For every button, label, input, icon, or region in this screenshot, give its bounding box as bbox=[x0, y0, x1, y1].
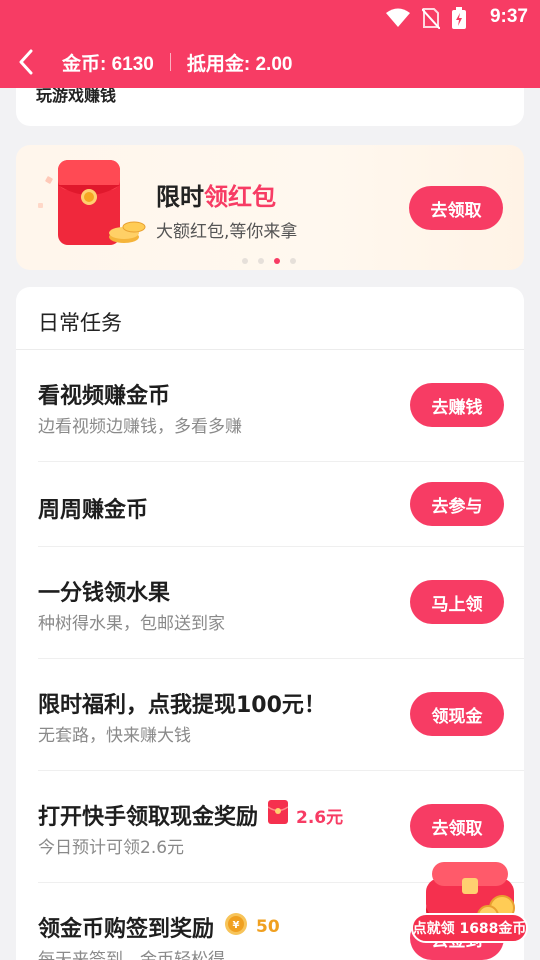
status-time: 9:37 bbox=[489, 6, 528, 27]
banner-title-prefix: 限时 bbox=[156, 183, 204, 211]
join-weekly-button[interactable]: 去参与 bbox=[410, 482, 504, 526]
red-envelope-icon bbox=[38, 160, 146, 245]
floating-reward-label[interactable]: 点就领 1688金币 bbox=[411, 913, 528, 943]
task-reward: 50 bbox=[256, 917, 280, 937]
status-bar: 9:37 bbox=[0, 0, 540, 36]
banner-claim-button[interactable]: 去领取 bbox=[409, 186, 503, 230]
task-title: 领金币购签到奖励 bbox=[38, 917, 215, 942]
task-reward: 2.6元 bbox=[296, 807, 344, 828]
task-row: 周周赚金币 去参与 bbox=[16, 462, 524, 547]
header-divider bbox=[169, 53, 171, 71]
task-desc: 边看视频边赚钱，多看多赚 bbox=[38, 417, 242, 437]
carousel-dot bbox=[290, 258, 296, 264]
task-row: 限时福利，点我提现100元！ 无套路，快来赚大钱 领现金 bbox=[16, 659, 524, 771]
task-title-row: 领金币购签到奖励 ¥ 50 bbox=[38, 911, 280, 943]
task-title: 限时福利，点我提现100元！ bbox=[38, 693, 326, 718]
task-title: 周周赚金币 bbox=[38, 498, 149, 523]
task-row: 一分钱领水果 种树得水果，包邮送到家 马上领 bbox=[16, 547, 524, 659]
task-title-row: 打开快手领取现金奖励 2.6元 bbox=[38, 799, 343, 831]
banner-subtitle: 大额红包,等你来拿 bbox=[156, 222, 298, 242]
chevron-left-icon bbox=[19, 49, 33, 75]
red-packet-banner[interactable]: 限时领红包 大额红包,等你来拿 去领取 bbox=[16, 145, 524, 270]
banner-title: 限时领红包 bbox=[156, 177, 276, 212]
claim-cash-button[interactable]: 领现金 bbox=[410, 692, 504, 736]
carousel-indicator bbox=[242, 258, 296, 264]
app-header: 9:37 金币: 6130 抵用金: 2.00 bbox=[0, 0, 540, 88]
section-title: 日常任务 bbox=[38, 311, 122, 335]
deduct-balance: 抵用金: 2.00 bbox=[186, 53, 293, 75]
red-envelope-icon bbox=[267, 800, 289, 830]
carousel-dot-active bbox=[274, 258, 280, 264]
status-icons bbox=[386, 7, 466, 29]
svg-text:¥: ¥ bbox=[233, 920, 240, 931]
task-title: 看视频赚金币 bbox=[38, 384, 171, 409]
task-row: 看视频赚金币 边看视频边赚钱，多看多赚 去赚钱 bbox=[16, 350, 524, 462]
gold-coin-icon: ¥ bbox=[224, 912, 248, 942]
no-sim-icon bbox=[422, 8, 440, 29]
wifi-icon bbox=[386, 8, 410, 27]
carousel-dot bbox=[242, 258, 248, 264]
banner-title-highlight: 领红包 bbox=[204, 183, 276, 211]
task-desc: 今日预计可领2.6元 bbox=[38, 838, 185, 858]
watch-video-button[interactable]: 去赚钱 bbox=[410, 383, 504, 427]
claim-kuaishou-button[interactable]: 去领取 bbox=[410, 804, 504, 848]
app-bar: 金币: 6130 抵用金: 2.00 bbox=[0, 36, 540, 88]
coins-balance: 金币: 6130 bbox=[62, 53, 154, 75]
back-button[interactable] bbox=[0, 36, 54, 88]
task-desc: 每天来签到，金币轻松得 bbox=[38, 950, 225, 960]
carousel-dot bbox=[258, 258, 264, 264]
task-desc: 种树得水果，包邮送到家 bbox=[38, 614, 225, 634]
task-title: 一分钱领水果 bbox=[38, 581, 171, 606]
claim-fruit-button[interactable]: 马上领 bbox=[410, 580, 504, 624]
task-desc: 无套路，快来赚大钱 bbox=[38, 726, 191, 746]
battery-charging-icon bbox=[452, 7, 466, 29]
task-title: 打开快手领取现金奖励 bbox=[38, 805, 259, 830]
